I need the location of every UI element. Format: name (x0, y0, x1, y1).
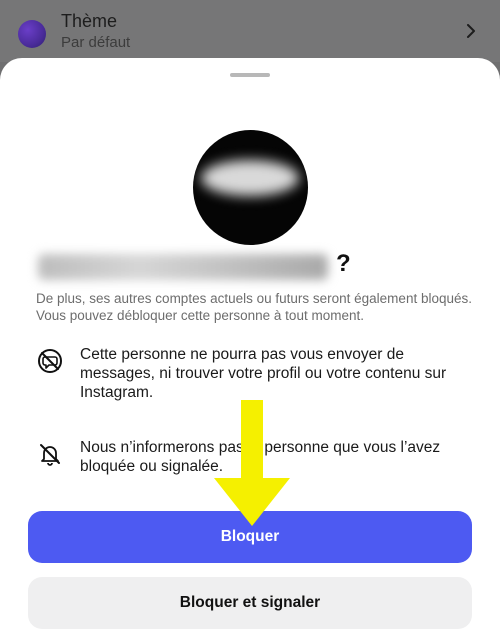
block-message-icon (38, 349, 62, 373)
block-and-report-button[interactable]: Bloquer et signaler (28, 577, 472, 629)
blurred-username (38, 254, 328, 280)
theme-title: Thème (61, 11, 118, 31)
block-headline: ? (36, 248, 476, 288)
sheet-drag-handle[interactable] (230, 73, 270, 77)
info-text-messages: Cette personne ne pourra pas vous envoye… (80, 346, 447, 401)
theme-settings-row[interactable]: Thème Par défaut (0, 0, 500, 62)
block-description: De plus, ses autres comptes actuels ou f… (36, 291, 472, 323)
theme-color-icon (18, 20, 46, 48)
profile-avatar (193, 130, 308, 245)
info-text-notification: Nous n’informerons pas la personne que v… (80, 439, 441, 475)
bell-off-icon (40, 444, 60, 466)
headline-question-mark: ? (336, 250, 351, 277)
info-item-notification: Nous n’informerons pas la personne que v… (36, 438, 476, 482)
theme-subtitle: Par défaut (61, 34, 131, 51)
info-item-messages: Cette personne ne pourra pas vous envoye… (36, 345, 476, 407)
chevron-right-icon (467, 24, 475, 38)
block-button[interactable]: Bloquer (28, 511, 472, 563)
block-bottom-sheet: ? De plus, ses autres comptes actuels ou… (0, 58, 500, 633)
blurred-avatar-content (201, 160, 299, 196)
